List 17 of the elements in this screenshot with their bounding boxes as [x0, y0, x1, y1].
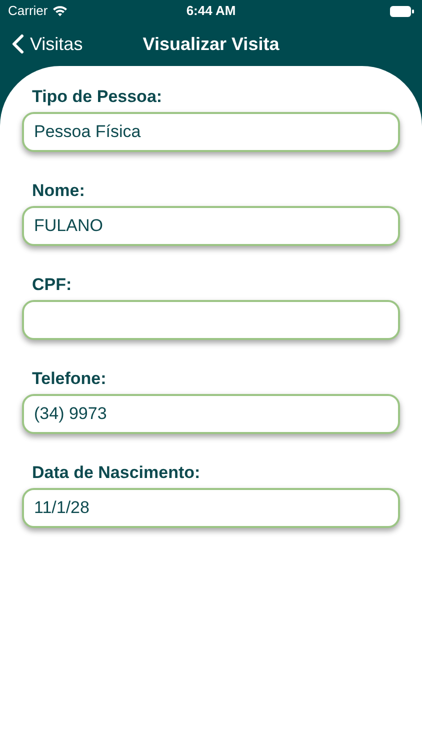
field-label: CPF:	[32, 274, 73, 296]
field-label: Data de Nascimento:	[32, 462, 202, 484]
field-label: Nome:	[32, 180, 86, 202]
text-field[interactable]: 11/1/28	[22, 488, 400, 528]
screen-title: Visualizar Visita	[142, 32, 280, 56]
field-label: Telefone:	[32, 368, 108, 390]
battery-icon	[390, 6, 414, 16]
text-field[interactable]: FULANO	[22, 206, 400, 246]
carrier-label: Carrier	[8, 2, 48, 20]
back-button[interactable]: Visitas	[0, 30, 83, 58]
text-field[interactable]	[22, 300, 400, 340]
text-field[interactable]: (34) 9973	[22, 394, 400, 434]
clock-time: 6:44 AM	[186, 2, 236, 20]
wifi-icon	[52, 5, 68, 17]
chevron-left-icon	[12, 34, 24, 54]
field-label: Tipo de Pessoa:	[32, 86, 164, 108]
text-field[interactable]: Pessoa Física	[22, 112, 400, 152]
